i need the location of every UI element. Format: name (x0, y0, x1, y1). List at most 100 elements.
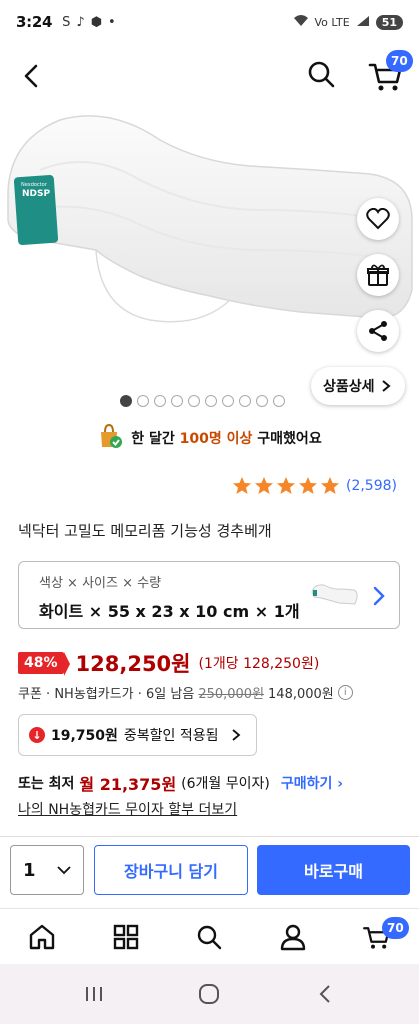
star-icon (320, 477, 339, 494)
status-bar: 3:24 S ♪ ⬢ • Vo LTE 51 (0, 0, 419, 44)
sale-price: 128,250원 (75, 652, 191, 676)
back-button[interactable] (14, 58, 50, 94)
chevron-right-icon (373, 586, 385, 606)
pagination-dot[interactable] (188, 395, 200, 407)
user-icon (280, 924, 306, 951)
header (0, 46, 419, 104)
category-icon (113, 924, 139, 950)
star-icon (232, 477, 251, 494)
signal-text: Vo LTE (314, 15, 350, 29)
option-value: 화이트 × 55 x 23 x 10 cm × 1개 (39, 602, 300, 621)
search-icon (197, 925, 222, 950)
product-detail-label: 상품상세 (323, 379, 375, 395)
rating[interactable]: (2,598) (232, 476, 397, 496)
purchase-bar: 1 장바구니 담기 바로구매 (0, 836, 419, 908)
wishlist-button[interactable] (357, 198, 399, 240)
system-nav-bar (0, 964, 419, 1024)
cart-count-badge: 70 (386, 50, 413, 72)
pagination-dot[interactable] (171, 395, 183, 407)
signal-icon (356, 15, 370, 30)
coupon-line: 쿠폰 · NH농협카드가 · 6일 남음 (18, 687, 195, 702)
recent-apps-icon (86, 987, 102, 1001)
search-icon (308, 61, 335, 88)
down-arrow-icon: ↓ (29, 727, 45, 743)
heart-icon (366, 208, 390, 230)
notification-icons: S ♪ ⬢ • (62, 15, 116, 30)
product-title: 넥닥터 고밀도 메모리폼 기능성 경추베개 (18, 522, 272, 540)
star-rating (232, 476, 340, 496)
brand-small: Nexdoctor (21, 182, 48, 188)
installment-buy-label: 구매하기 (280, 776, 333, 792)
discount-badge: 48% (18, 652, 69, 676)
tab-cart-count-badge: 70 (382, 917, 409, 939)
chevron-right-icon (381, 380, 391, 392)
star-icon (254, 477, 273, 494)
tab-home[interactable] (26, 921, 58, 953)
share-button[interactable] (357, 310, 399, 352)
purchase-note-highlight: 100명 이상 (179, 431, 253, 447)
pagination-dot[interactable] (205, 395, 217, 407)
tab-search[interactable] (193, 921, 225, 953)
pagination-dot[interactable] (239, 395, 251, 407)
gift-icon (367, 264, 389, 286)
option-thumbnail (311, 584, 358, 605)
purchase-note-suffix: 구매했어요 (257, 431, 322, 447)
coupon-text: 중복할인 적용됨 (123, 728, 219, 744)
purchase-note-prefix: 한 달간 (131, 431, 175, 447)
pagination-dot[interactable] (120, 395, 132, 407)
info-icon[interactable]: i (337, 685, 353, 700)
pagination-dot[interactable] (256, 395, 268, 407)
brand-tag: NDSP (22, 189, 50, 199)
original-price: 250,000원 (198, 687, 265, 702)
pillow-image: NDSP Nexdoctor (7, 115, 413, 323)
recent-apps-button[interactable] (82, 982, 106, 1006)
pagination-dot[interactable] (154, 395, 166, 407)
search-button[interactable] (303, 56, 339, 92)
purchase-note: 한 달간 100명 이상 구매했어요 (0, 423, 419, 453)
star-icon (276, 477, 295, 494)
product-detail-button[interactable]: 상품상세 (311, 367, 405, 405)
star-icon (298, 477, 317, 494)
status-time: 3:24 (16, 13, 53, 31)
share-icon (369, 321, 387, 341)
home-circle-icon (199, 984, 219, 1004)
add-to-cart-button[interactable]: 장바구니 담기 (94, 845, 248, 895)
buy-now-button[interactable]: 바로구매 (257, 845, 410, 895)
tiktok-icon: ♪ (76, 14, 85, 30)
chevron-down-icon (57, 866, 71, 875)
card-installment-link[interactable]: 나의 NH농협카드 무이자 할부 더보기 (18, 799, 237, 819)
quantity-value: 1 (23, 859, 36, 881)
bottom-tab-bar: 70 (0, 908, 419, 964)
installment-monthly: 월 21,375원 (79, 775, 177, 794)
samsung-s-icon: S (62, 14, 71, 30)
installment-buy-link[interactable]: 구매하기 › (281, 773, 343, 793)
option-selector[interactable]: 색상 × 사이즈 × 수량 화이트 × 55 x 23 x 10 cm × 1개 (18, 561, 400, 629)
product-image[interactable]: NDSP Nexdoctor (0, 100, 419, 390)
pagination-dot[interactable] (222, 395, 234, 407)
option-label: 색상 × 사이즈 × 수량 (39, 576, 162, 591)
installment-terms: (6개월 무이자) (181, 776, 270, 792)
dot-icon: • (108, 14, 116, 30)
home-system-button[interactable] (197, 982, 221, 1006)
chevron-left-icon (24, 64, 38, 88)
card-price: 148,000원 (268, 687, 334, 702)
battery-indicator: 51 (375, 14, 403, 30)
card-price-row: 쿠폰 · NH농협카드가 · 6일 남음 250,000원 148,000원 i (18, 683, 353, 702)
shield-icon: ⬢ (90, 14, 103, 30)
review-count[interactable]: (2,598) (346, 478, 397, 494)
unit-price: (1개당 128,250원) (198, 656, 320, 672)
installment-row: 또는 최저 월 21,375원 (6개월 무이자) 구매하기 › (18, 771, 343, 795)
gift-button[interactable] (357, 254, 399, 296)
wifi-icon (293, 14, 309, 30)
coupon-discount-button[interactable]: ↓ 19,750원 중복할인 적용됨 (18, 714, 257, 756)
pagination-dot[interactable] (137, 395, 149, 407)
pagination-dot[interactable] (273, 395, 285, 407)
status-right: Vo LTE 51 (293, 14, 403, 30)
tab-category[interactable] (110, 921, 142, 953)
back-chevron-icon (319, 985, 330, 1003)
quantity-select[interactable]: 1 (10, 845, 84, 895)
image-pagination (120, 395, 285, 407)
back-system-button[interactable] (314, 982, 338, 1006)
tab-my-account[interactable] (277, 921, 309, 953)
home-icon (29, 924, 55, 950)
